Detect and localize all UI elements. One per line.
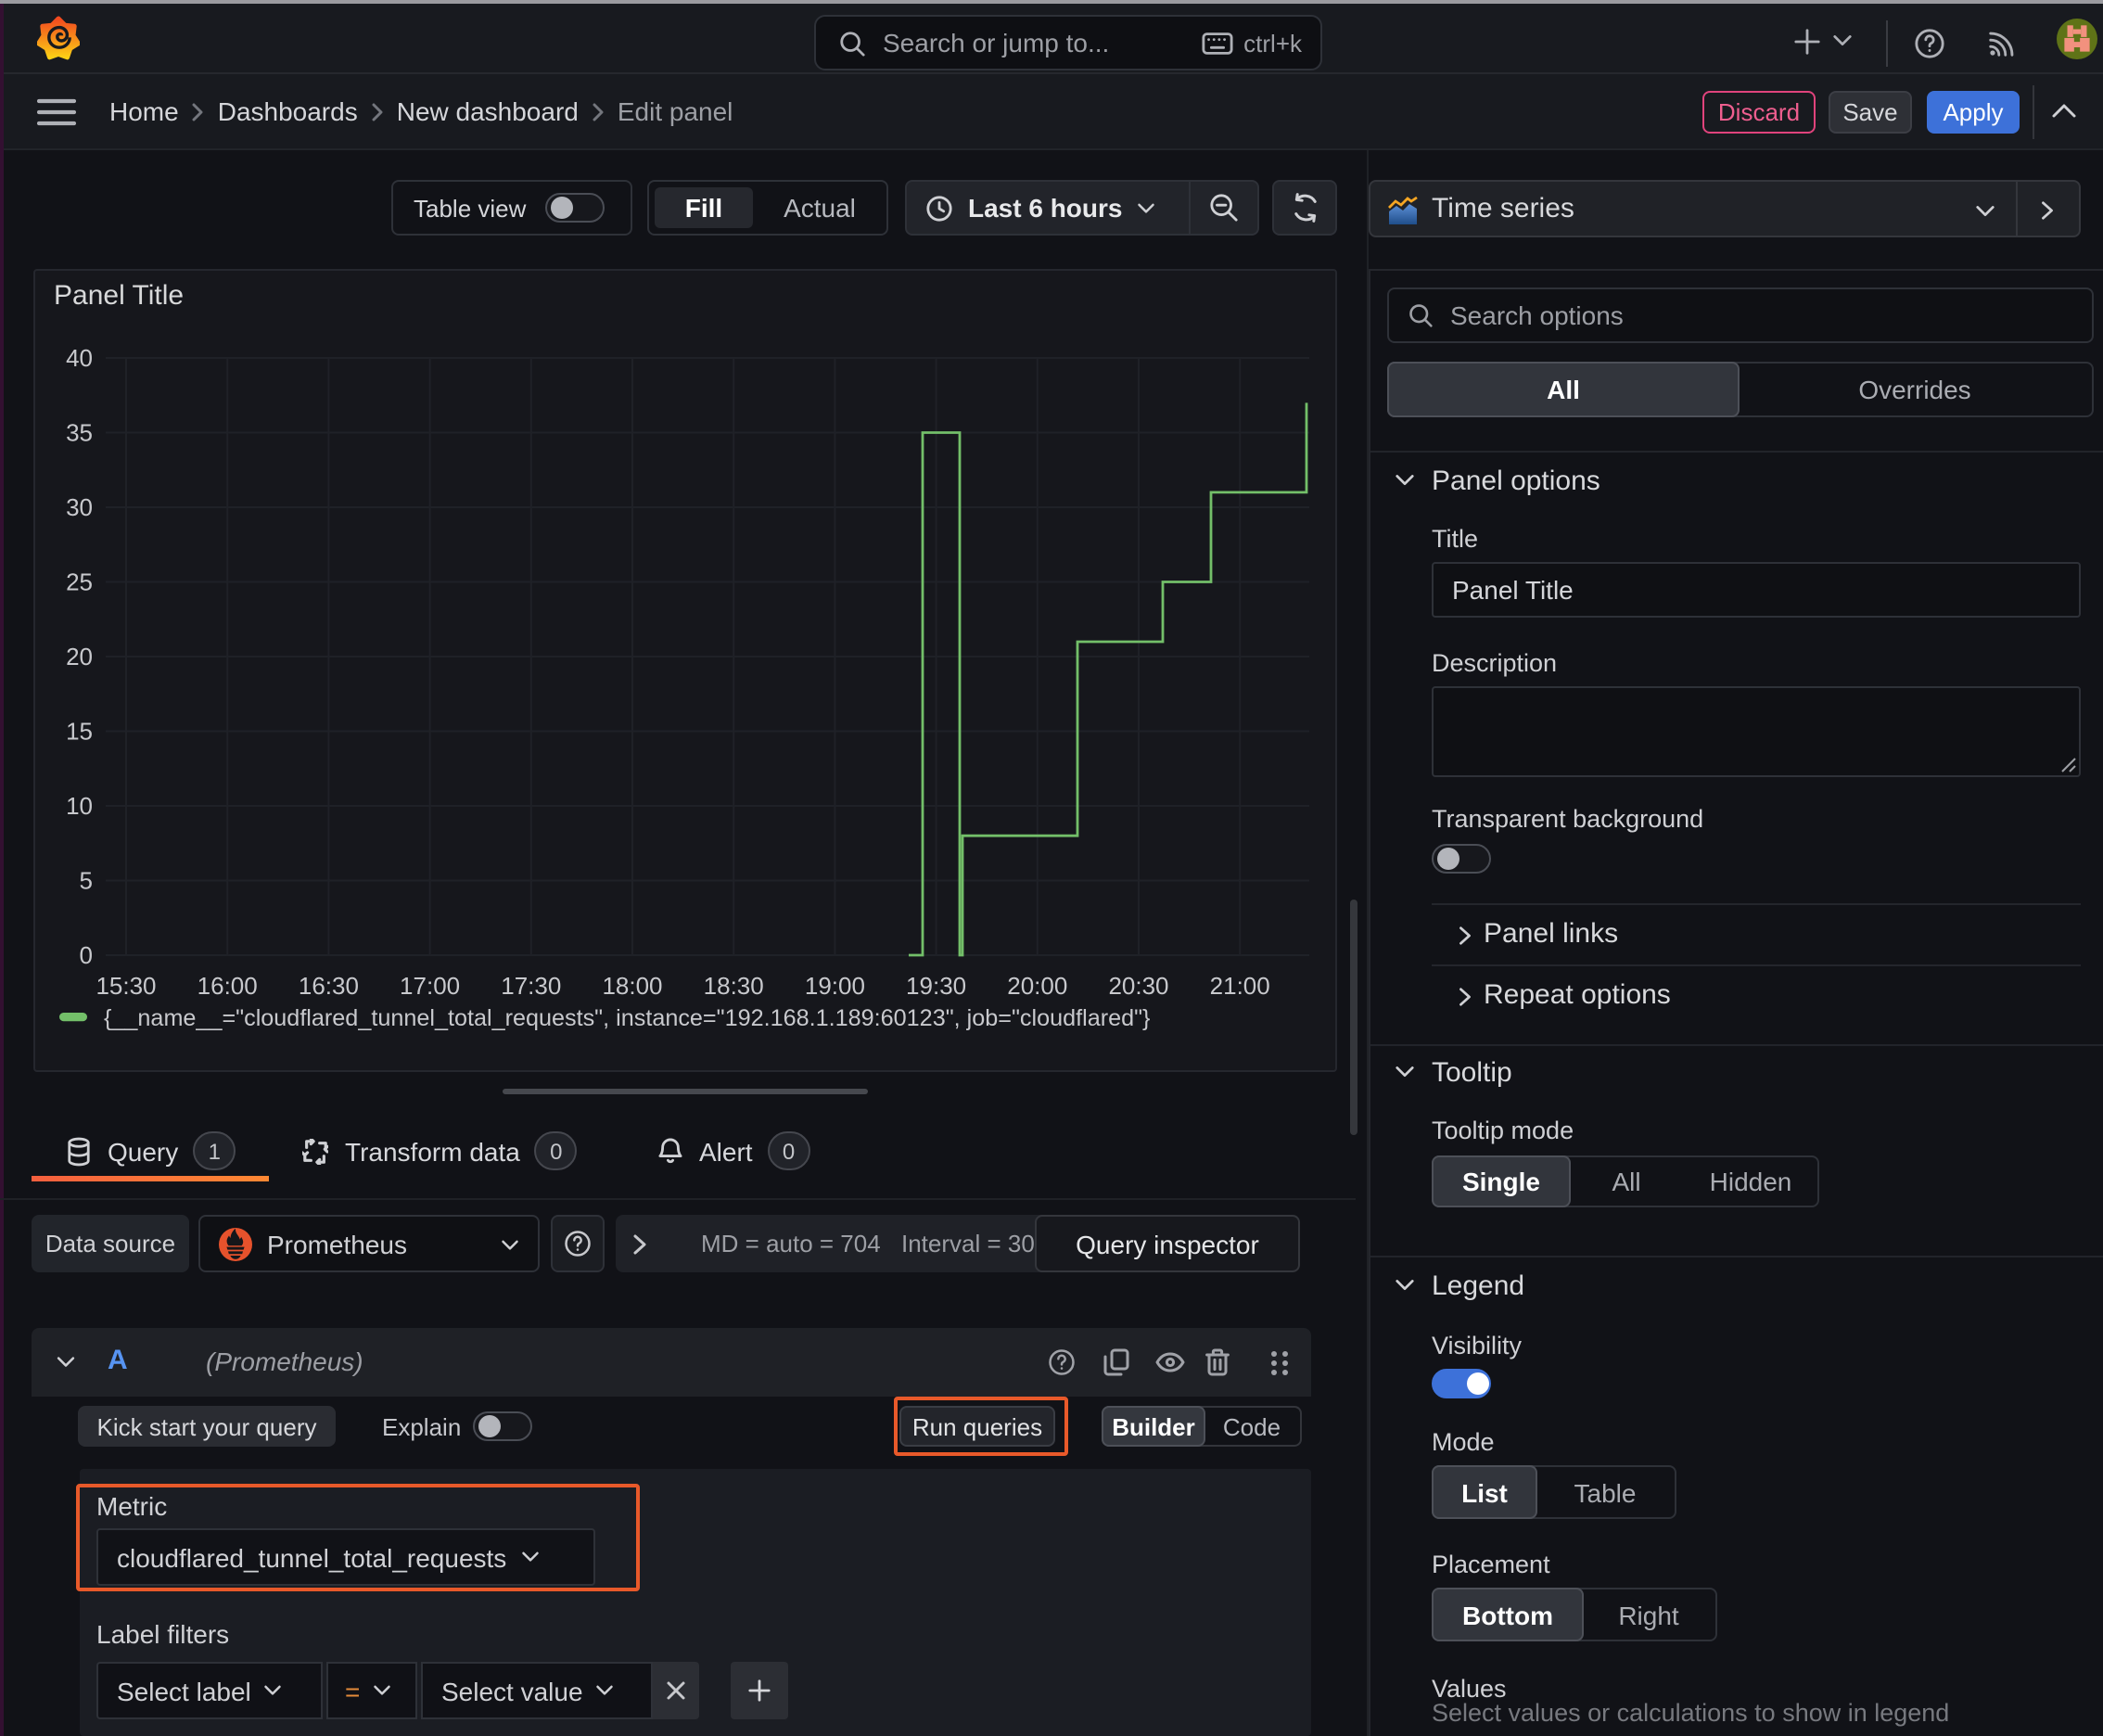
svg-text:18:00: 18:00	[602, 972, 662, 1000]
svg-text:30: 30	[66, 493, 93, 521]
svg-text:16:00: 16:00	[198, 972, 258, 1000]
svg-text:15: 15	[66, 718, 93, 746]
svg-text:17:00: 17:00	[400, 972, 460, 1000]
svg-text:18:30: 18:30	[704, 972, 764, 1000]
svg-text:16:30: 16:30	[299, 972, 359, 1000]
svg-text:10: 10	[66, 792, 93, 820]
svg-text:0: 0	[80, 941, 93, 969]
svg-text:25: 25	[66, 568, 93, 596]
svg-text:20:30: 20:30	[1108, 972, 1168, 1000]
svg-text:17:30: 17:30	[501, 972, 561, 1000]
svg-text:21:00: 21:00	[1210, 972, 1270, 1000]
svg-text:19:00: 19:00	[805, 972, 865, 1000]
svg-text:20:00: 20:00	[1007, 972, 1067, 1000]
svg-text:40: 40	[66, 344, 93, 372]
svg-text:5: 5	[80, 867, 93, 895]
svg-text:20: 20	[66, 643, 93, 670]
svg-text:15:30: 15:30	[96, 972, 156, 1000]
svg-text:{__name__="cloudflared_tunnel_: {__name__="cloudflared_tunnel_total_requ…	[104, 1005, 1150, 1031]
svg-text:35: 35	[66, 419, 93, 447]
svg-text:19:30: 19:30	[906, 972, 966, 1000]
